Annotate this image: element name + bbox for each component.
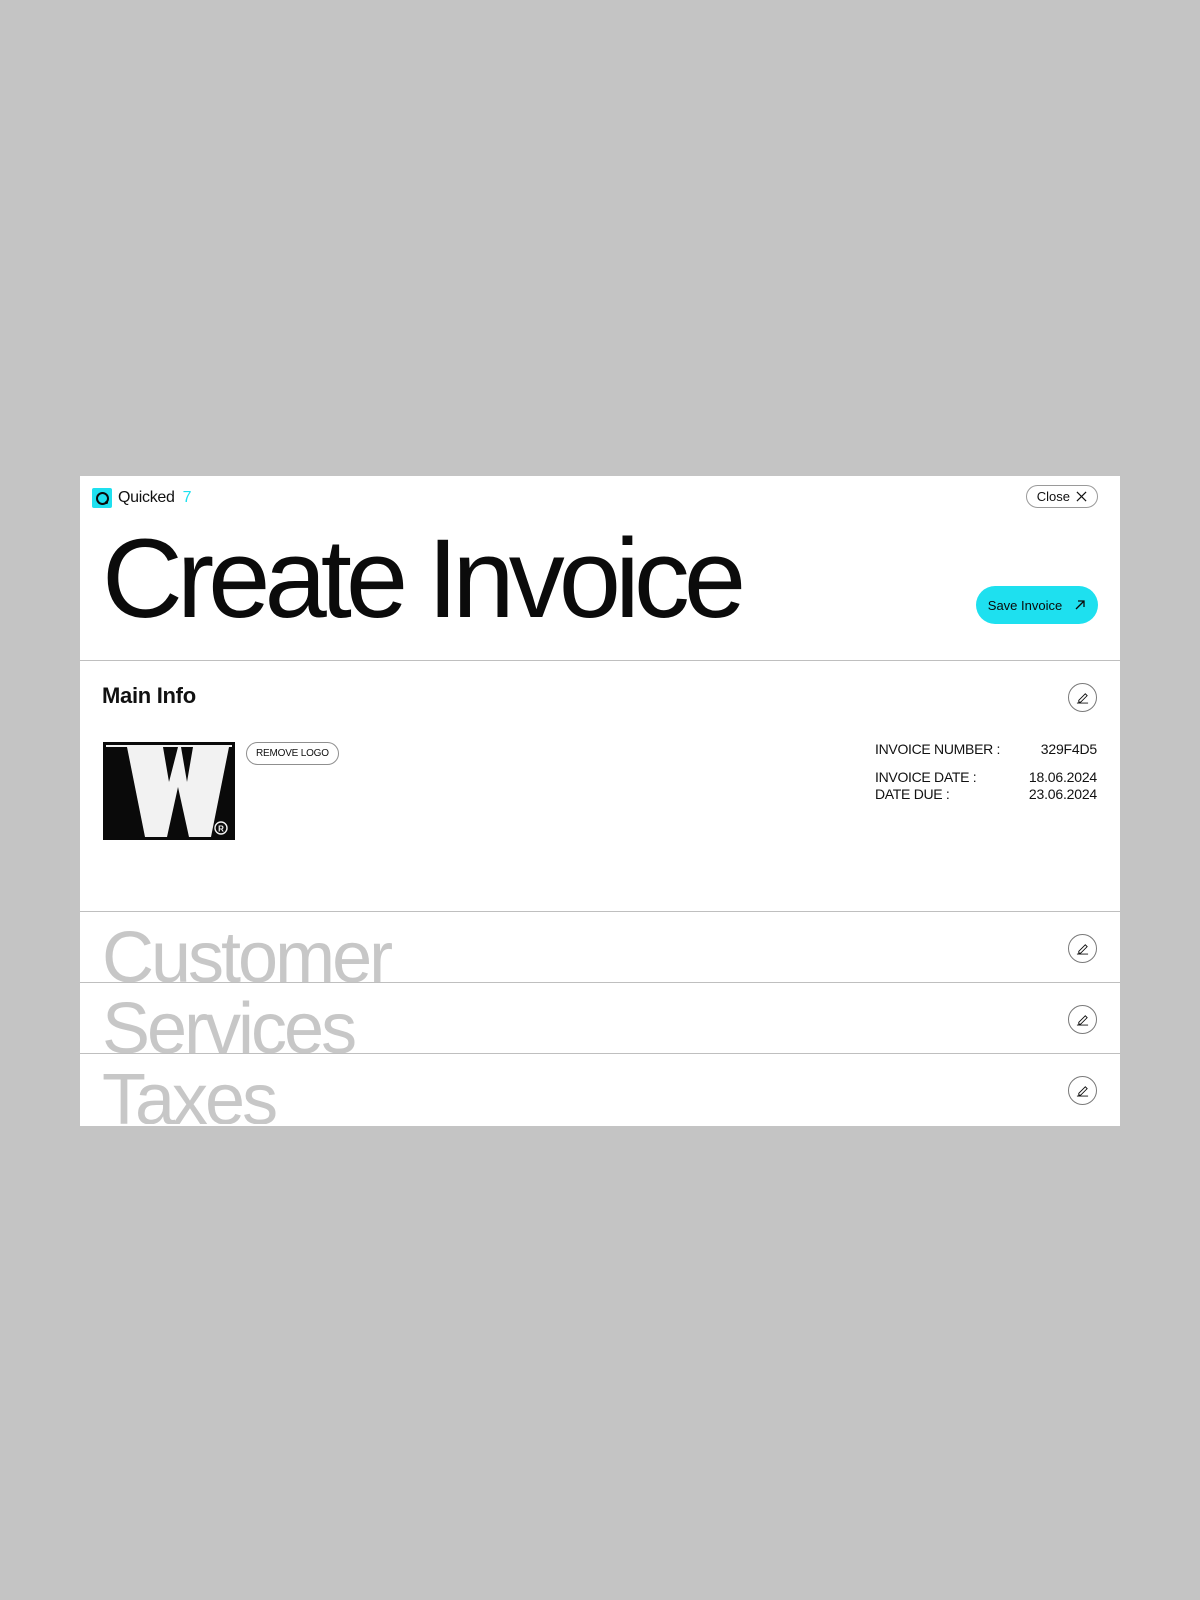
quicked-logo-icon xyxy=(92,488,112,508)
save-invoice-button[interactable]: Save Invoice xyxy=(976,586,1098,624)
brand[interactable]: Quicked 7 xyxy=(92,488,192,508)
brand-name: Quicked xyxy=(118,489,175,506)
services-section[interactable]: Services xyxy=(80,982,1120,1053)
edit-main-info-button[interactable] xyxy=(1068,683,1097,712)
services-section-title: Services xyxy=(102,989,357,1053)
edit-services-button[interactable] xyxy=(1068,1005,1097,1034)
invoice-meta: INVOICE NUMBER : 329F4D5 INVOICE DATE : … xyxy=(875,741,1097,803)
taxes-section[interactable]: Taxes xyxy=(80,1053,1120,1124)
main-info-section: Main Info R REMOVE LOGO INVOICE NUMBER:… xyxy=(80,660,1120,911)
save-invoice-label: Save Invoice xyxy=(987,597,1063,613)
pencil-icon xyxy=(1076,693,1089,704)
customer-section[interactable]: Customer xyxy=(80,911,1120,982)
page-title: Create Invoice xyxy=(102,516,746,641)
edit-customer-button[interactable] xyxy=(1068,934,1097,963)
date-due-value: 23.06.2024 xyxy=(1028,786,1097,802)
date-due-label: DATE DUE : xyxy=(875,786,950,802)
close-button[interactable]: Close xyxy=(1025,485,1098,508)
close-label: Close xyxy=(1036,489,1070,504)
pencil-icon xyxy=(1076,944,1089,955)
invoice-date-row: INVOICE DATE : 18.06.2024 xyxy=(875,769,1097,786)
invoice-number-label: INVOICE NUMBER : xyxy=(875,741,1001,757)
close-icon xyxy=(1076,491,1087,502)
svg-text:R: R xyxy=(218,825,224,834)
company-logo: R xyxy=(103,742,235,840)
pencil-icon xyxy=(1076,1086,1089,1097)
pencil-icon xyxy=(1076,1015,1089,1026)
invoice-number-value: 329F4D5 xyxy=(1040,741,1097,757)
invoice-date-value: 18.06.2024 xyxy=(1028,769,1097,785)
taxes-section-title: Taxes xyxy=(102,1060,278,1124)
brand-version: 7 xyxy=(182,489,192,506)
invoice-card: Quicked 7 Close Create Invoice Save Invo… xyxy=(80,476,1120,1126)
date-due-row: DATE DUE : 23.06.2024 xyxy=(875,786,1097,803)
edit-taxes-button[interactable] xyxy=(1068,1076,1097,1105)
arrow-up-right-icon xyxy=(1075,600,1085,610)
main-info-heading: Main Info xyxy=(102,683,196,708)
remove-logo-button[interactable]: REMOVE LOGO xyxy=(246,742,339,765)
invoice-date-label: INVOICE DATE : xyxy=(875,769,977,785)
customer-section-title: Customer xyxy=(102,918,393,982)
invoice-number-row: INVOICE NUMBER : 329F4D5 xyxy=(875,741,1097,758)
